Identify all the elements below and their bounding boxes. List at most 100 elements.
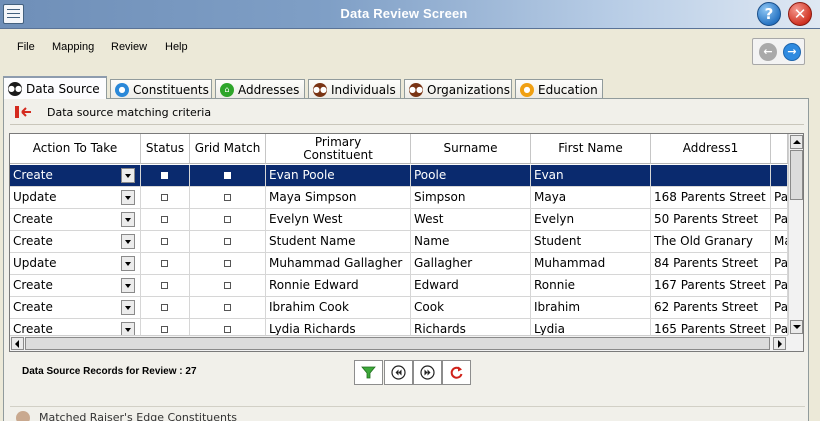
chevron-down-icon[interactable]: [121, 212, 135, 227]
table-row[interactable]: Create Ronnie Edward Edward Ronnie 167 Paren…: [10, 275, 788, 297]
criteria-label: Data source matching criteria: [47, 106, 212, 119]
menu-mapping[interactable]: Mapping: [52, 41, 94, 53]
table-row[interactable]: Create Student Name Name Student The Old Gra…: [10, 231, 788, 253]
tab-label: Addresses: [238, 83, 300, 97]
menu-review[interactable]: Review: [111, 41, 147, 53]
grid-match-checkbox[interactable]: [224, 260, 231, 267]
arrow-left-icon[interactable]: ←: [759, 43, 777, 61]
close-icon[interactable]: ✕: [788, 2, 812, 26]
chevron-down-icon[interactable]: [121, 190, 135, 205]
vertical-scrollbar[interactable]: [788, 134, 803, 335]
status-checkbox[interactable]: [161, 282, 168, 289]
chevron-down-icon[interactable]: [121, 278, 135, 293]
matched-section-title[interactable]: Matched Raiser's Edge Constituents: [39, 411, 237, 421]
surname-cell: Name: [411, 231, 531, 253]
primary-cell: Muhammad Gallagher: [266, 253, 411, 275]
next-icon: [420, 365, 435, 380]
surname-cell: Simpson: [411, 187, 531, 209]
surname-cell: Edward: [411, 275, 531, 297]
status-checkbox[interactable]: [161, 172, 168, 179]
column-header[interactable]: [771, 134, 788, 164]
surname-cell: Poole: [411, 165, 531, 187]
status-cell: [141, 275, 190, 297]
tab-education[interactable]: ● Education: [515, 79, 603, 99]
tab-constituents[interactable]: ● Constituents: [110, 79, 212, 99]
record-navigation: ← →: [752, 38, 805, 65]
chevron-down-icon[interactable]: [121, 256, 135, 271]
help-icon[interactable]: ?: [757, 2, 781, 26]
address-cell: 62 Parents Street: [651, 297, 771, 319]
table-row[interactable]: Update Maya Simpson Simpson Maya 168 Parents…: [10, 187, 788, 209]
primary-cell: Student Name: [266, 231, 411, 253]
chevron-down-icon[interactable]: [121, 300, 135, 315]
status-cell: [141, 297, 190, 319]
status-checkbox[interactable]: [161, 260, 168, 267]
table-row[interactable]: Create Ibrahim Cook Cook Ibrahim 62 Parents …: [10, 297, 788, 319]
address-cell: 50 Parents Street: [651, 209, 771, 231]
status-checkbox[interactable]: [161, 238, 168, 245]
grid-match-checkbox[interactable]: [224, 194, 231, 201]
grid-match-checkbox[interactable]: [224, 216, 231, 223]
extra-cell: Pa: [771, 253, 788, 275]
status-cell: [141, 209, 190, 231]
status-cell: [141, 187, 190, 209]
scroll-right-icon[interactable]: [773, 337, 786, 350]
grid-match-checkbox[interactable]: [224, 304, 231, 311]
surname-cell: Gallagher: [411, 253, 531, 275]
column-header[interactable]: First Name: [531, 134, 651, 164]
filter-button[interactable]: [354, 360, 383, 385]
status-checkbox[interactable]: [161, 194, 168, 201]
action-cell: Create: [10, 231, 141, 253]
grid-match-cell: [190, 275, 266, 297]
column-header[interactable]: Primary Constituent: [266, 134, 411, 164]
column-header[interactable]: Surname: [411, 134, 531, 164]
scroll-down-icon[interactable]: [790, 320, 803, 334]
grid-match-checkbox[interactable]: [224, 172, 231, 179]
tab-label: Data Source: [26, 82, 100, 96]
status-checkbox[interactable]: [161, 326, 168, 333]
people-icon: [16, 411, 30, 421]
scroll-thumb[interactable]: [25, 337, 770, 350]
menu-file[interactable]: File: [17, 41, 35, 53]
grid-match-checkbox[interactable]: [224, 238, 231, 245]
previous-button[interactable]: [384, 360, 413, 385]
grid-match-checkbox[interactable]: [224, 326, 231, 333]
primary-cell: Evan Poole: [266, 165, 411, 187]
previous-icon: [391, 365, 406, 380]
table-row[interactable]: Create Evan Poole Poole Evan: [10, 165, 788, 187]
first-cell: Evelyn: [531, 209, 651, 231]
extra-cell: [771, 165, 788, 187]
tab-addresses[interactable]: ⌂ Addresses: [215, 79, 305, 99]
person-icon: ●: [115, 83, 129, 97]
status-checkbox[interactable]: [161, 304, 168, 311]
arrow-right-icon[interactable]: →: [783, 43, 801, 61]
records-count: Data Source Records for Review : 27: [22, 366, 197, 377]
scroll-thumb[interactable]: [790, 150, 803, 200]
first-cell: Ronnie: [531, 275, 651, 297]
scroll-left-icon[interactable]: [11, 337, 24, 350]
people-icon: ●●: [8, 82, 22, 96]
table-row[interactable]: Update Muhammad Gallagher Gallagher Muhamma…: [10, 253, 788, 275]
tab-strip: ●● Data Source ● Constituents ⌂ Addresse…: [0, 76, 820, 99]
column-header[interactable]: Status: [141, 134, 190, 164]
chevron-down-icon[interactable]: [121, 168, 135, 183]
action-value: Create: [13, 168, 53, 182]
tab-individuals[interactable]: ●● Individuals: [308, 79, 401, 99]
horizontal-scrollbar[interactable]: [10, 335, 788, 351]
column-header[interactable]: Action To Take: [10, 134, 141, 164]
refresh-button[interactable]: [442, 360, 471, 385]
scroll-up-icon[interactable]: [790, 135, 803, 149]
first-cell: Maya: [531, 187, 651, 209]
grid-match-checkbox[interactable]: [224, 282, 231, 289]
tab-data-source[interactable]: ●● Data Source: [3, 76, 107, 99]
column-header[interactable]: Grid Match: [190, 134, 266, 164]
tab-organizations[interactable]: ●● Organizations: [404, 79, 512, 99]
chevron-down-icon[interactable]: [121, 234, 135, 249]
grid-match-cell: [190, 209, 266, 231]
column-header[interactable]: Address1: [651, 134, 771, 164]
menu-help[interactable]: Help: [165, 41, 188, 53]
table-row[interactable]: Create Evelyn West West Evelyn 50 Parents St…: [10, 209, 788, 231]
next-button[interactable]: [413, 360, 442, 385]
exit-arrow-icon: [15, 106, 31, 118]
status-checkbox[interactable]: [161, 216, 168, 223]
